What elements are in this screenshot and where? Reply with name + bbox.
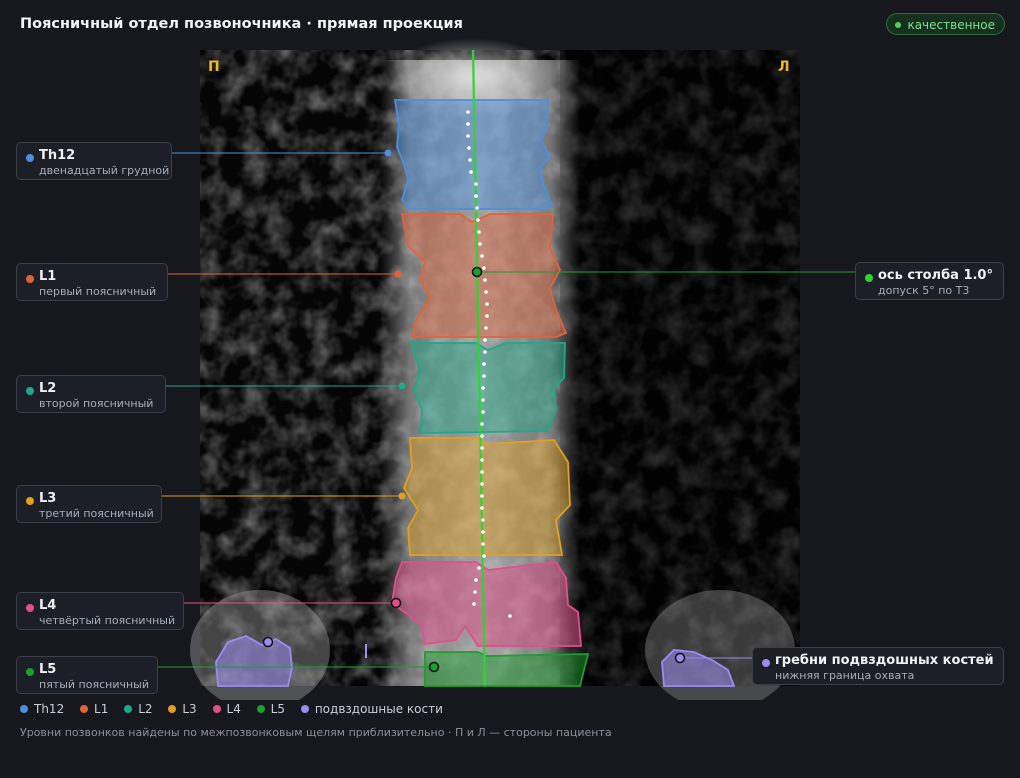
iliac-crest-right-mask[interactable]	[215, 635, 293, 687]
label-l5-subtitle: пятый поясничный	[39, 678, 149, 691]
xray-dark-band	[560, 50, 800, 686]
vertebra-l1-mask[interactable]	[400, 213, 568, 338]
label-l4-title: L4	[39, 598, 57, 613]
legend-item-iliac[interactable]: подвздошные кости	[300, 702, 443, 716]
label-th12[interactable]: Th12 двенадцатый грудной	[16, 142, 172, 180]
legend-dot-icon	[124, 705, 133, 713]
label-l4[interactable]: L4 четвёртый поясничный	[16, 592, 184, 630]
iliac-color-dot	[762, 659, 770, 667]
l3-color-dot	[26, 497, 34, 505]
side-marker-right: П	[208, 59, 220, 75]
legend-label: Th12	[34, 702, 65, 716]
label-l3[interactable]: L3 третий поясничный	[16, 485, 162, 523]
label-l1-title: L1	[39, 269, 57, 284]
label-l1-subtitle: первый поясничный	[39, 285, 157, 298]
label-axis[interactable]: ось столба 1.0° допуск 5° по Т3	[855, 262, 1004, 300]
legend: Th12 L1 L2 L3 L4 L5 подвздошные кости	[20, 702, 455, 716]
anchor-th12	[384, 149, 392, 157]
legend-label: подвздошные кости	[314, 702, 443, 716]
legend-label: L3	[182, 702, 197, 716]
anchor-iliac-left[interactable]	[674, 652, 686, 664]
vertebra-l3-mask[interactable]	[402, 437, 571, 556]
anchor-l1	[394, 270, 402, 278]
anchor-l2	[398, 382, 406, 390]
label-l5[interactable]: L5 пятый поясничный	[16, 656, 158, 694]
label-l1[interactable]: L1 первый поясничный	[16, 263, 168, 301]
label-axis-title: ось столба 1.0°	[878, 268, 993, 283]
label-iliac[interactable]: гребни подвздошных костей нижняя граница…	[752, 647, 1004, 685]
label-l2[interactable]: L2 второй поясничный	[16, 375, 166, 413]
anchor-l5[interactable]	[428, 661, 440, 673]
l5-color-dot	[26, 668, 34, 676]
th12-color-dot	[26, 154, 34, 162]
legend-dot-icon	[168, 705, 177, 713]
vertebra-l2-mask[interactable]	[409, 342, 566, 434]
legend-label: L5	[270, 702, 285, 716]
label-l5-title: L5	[39, 662, 57, 677]
l2-color-dot	[26, 387, 34, 395]
label-l4-subtitle: четвёртый поясничный	[39, 614, 176, 627]
legend-item-l1[interactable]: L1	[80, 702, 108, 716]
legend-dot-icon	[300, 705, 309, 713]
legend-item-th12[interactable]: Th12	[20, 702, 64, 716]
legend-item-l4[interactable]: L4	[212, 702, 241, 716]
legend-label: L1	[94, 702, 109, 716]
axis-color-dot	[865, 274, 873, 282]
label-axis-subtitle: допуск 5° по Т3	[878, 284, 970, 297]
legend-dot-icon	[256, 705, 265, 713]
label-l2-title: L2	[39, 381, 57, 396]
label-iliac-subtitle: нижняя граница охвата	[775, 669, 915, 682]
anchor-l4[interactable]	[390, 597, 402, 609]
footnote: Уровни позвонков найдены по межпозвонков…	[20, 726, 612, 739]
legend-dot-icon	[80, 705, 89, 713]
l4-color-dot	[26, 604, 34, 612]
legend-dot-icon	[20, 705, 28, 713]
l1-color-dot	[26, 275, 34, 283]
legend-label: L4	[226, 702, 241, 716]
legend-label: L2	[138, 702, 153, 716]
label-th12-subtitle: двенадцатый грудной	[39, 164, 170, 177]
label-l2-subtitle: второй поясничный	[39, 397, 154, 410]
label-l3-subtitle: третий поясничный	[39, 507, 154, 520]
legend-item-l5[interactable]: L5	[256, 702, 285, 716]
anchor-axis[interactable]	[471, 266, 483, 278]
label-l3-title: L3	[39, 491, 57, 506]
vertebra-l5-mask[interactable]	[424, 651, 590, 687]
legend-item-l3[interactable]: L3	[168, 702, 197, 716]
legend-dot-icon	[212, 705, 221, 713]
legend-item-l2[interactable]: L2	[124, 702, 153, 716]
anchor-l3	[398, 492, 406, 500]
anchor-iliac-right[interactable]	[262, 636, 274, 648]
side-marker-left: Л	[778, 59, 790, 75]
label-iliac-title: гребни подвздошных костей	[775, 653, 994, 668]
label-th12-title: Th12	[39, 148, 76, 163]
